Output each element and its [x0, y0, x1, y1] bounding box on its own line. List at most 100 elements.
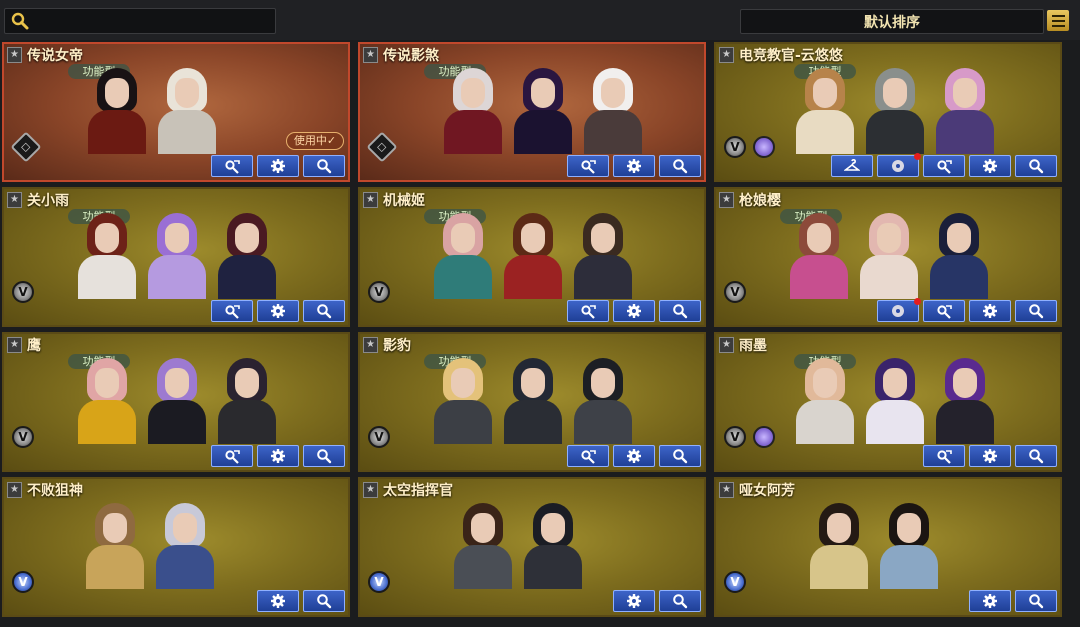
- character-portrait[interactable]: [152, 501, 218, 589]
- character-portrait[interactable]: [82, 501, 148, 589]
- menu-button[interactable]: [1047, 10, 1069, 31]
- skin-tool-button[interactable]: [923, 445, 965, 467]
- character-portrait[interactable]: [806, 501, 872, 589]
- favorite-star-icon[interactable]: ★: [719, 192, 734, 208]
- search-button[interactable]: [303, 300, 345, 322]
- character-card[interactable]: ★ 哑女阿芳 V: [714, 477, 1062, 617]
- character-card[interactable]: ★雨墨功能型V: [714, 332, 1062, 472]
- skin-tool-button[interactable]: [211, 445, 253, 467]
- search-button[interactable]: [303, 155, 345, 177]
- favorite-star-icon[interactable]: ★: [719, 337, 734, 353]
- character-portrait[interactable]: [74, 356, 140, 444]
- search-button[interactable]: [1015, 155, 1057, 177]
- search-button[interactable]: [303, 445, 345, 467]
- search-button[interactable]: [303, 590, 345, 612]
- favorite-star-icon[interactable]: ★: [719, 482, 734, 498]
- character-portrait[interactable]: [500, 211, 566, 299]
- character-card[interactable]: ★ 传说影煞 功能型 ◇: [358, 42, 706, 182]
- character-card[interactable]: ★机械姬功能型V: [358, 187, 706, 327]
- character-portrait[interactable]: [84, 66, 150, 154]
- character-portrait[interactable]: [450, 501, 516, 589]
- legend-rank-icon: ◇: [10, 131, 42, 163]
- disc-button[interactable]: [877, 298, 921, 322]
- skin-tool-button[interactable]: [923, 300, 965, 322]
- character-portrait[interactable]: [570, 356, 636, 444]
- search-input[interactable]: [35, 11, 271, 31]
- character-portrait[interactable]: [144, 356, 210, 444]
- gear-button[interactable]: [257, 155, 299, 177]
- character-portrait[interactable]: [430, 211, 496, 299]
- character-card[interactable]: ★ 太空指挥官 V: [358, 477, 706, 617]
- favorite-star-icon[interactable]: ★: [363, 337, 378, 353]
- favorite-star-icon[interactable]: ★: [7, 337, 22, 353]
- gear-button[interactable]: [969, 445, 1011, 467]
- hanger-button[interactable]: [831, 155, 873, 177]
- character-portrait[interactable]: [430, 356, 496, 444]
- disc-button[interactable]: [877, 153, 921, 177]
- gear-button[interactable]: [613, 300, 655, 322]
- favorite-star-icon[interactable]: ★: [363, 482, 378, 498]
- gear-button[interactable]: [257, 590, 299, 612]
- search-button[interactable]: [1015, 445, 1057, 467]
- search-button[interactable]: [659, 445, 701, 467]
- search-button[interactable]: [1015, 590, 1057, 612]
- character-card[interactable]: ★影豹功能型V: [358, 332, 706, 472]
- favorite-star-icon[interactable]: ★: [363, 47, 378, 63]
- character-card[interactable]: ★电竞教官-云悠悠功能型V: [714, 42, 1062, 182]
- gear-button[interactable]: [257, 445, 299, 467]
- character-portrait[interactable]: [932, 356, 998, 444]
- favorite-star-icon[interactable]: ★: [7, 47, 22, 63]
- skin-tool-button[interactable]: [211, 300, 253, 322]
- skin-tool-button[interactable]: [211, 155, 253, 177]
- search-button[interactable]: [659, 300, 701, 322]
- character-portrait[interactable]: [144, 211, 210, 299]
- character-portrait[interactable]: [214, 211, 280, 299]
- character-card[interactable]: ★ 不败狙神 V: [2, 477, 350, 617]
- favorite-star-icon[interactable]: ★: [7, 482, 22, 498]
- search-button[interactable]: [659, 155, 701, 177]
- gear-button[interactable]: [613, 155, 655, 177]
- in-use-badge: 使用中✓: [286, 132, 344, 150]
- character-card[interactable]: ★鹰功能型V: [2, 332, 350, 472]
- search-bar[interactable]: [4, 8, 276, 34]
- sort-dropdown[interactable]: 默认排序: [740, 9, 1044, 34]
- character-portrait[interactable]: [862, 66, 928, 154]
- character-portrait[interactable]: [786, 211, 852, 299]
- gear-button[interactable]: [257, 300, 299, 322]
- character-card[interactable]: ★关小雨功能型V: [2, 187, 350, 327]
- skin-tool-button[interactable]: [567, 155, 609, 177]
- character-portrait[interactable]: [440, 66, 506, 154]
- favorite-star-icon[interactable]: ★: [363, 192, 378, 208]
- character-portrait[interactable]: [926, 211, 992, 299]
- favorite-star-icon[interactable]: ★: [7, 192, 22, 208]
- character-portrait[interactable]: [570, 211, 636, 299]
- gear-button[interactable]: [969, 590, 1011, 612]
- character-portrait[interactable]: [792, 66, 858, 154]
- gear-button[interactable]: [969, 300, 1011, 322]
- character-portrait[interactable]: [792, 356, 858, 444]
- favorite-star-icon[interactable]: ★: [719, 47, 734, 63]
- search-button[interactable]: [1015, 300, 1057, 322]
- skin-tool-button[interactable]: [923, 155, 965, 177]
- character-portrait[interactable]: [856, 211, 922, 299]
- skin-tool-button[interactable]: [567, 445, 609, 467]
- character-portrait[interactable]: [520, 501, 586, 589]
- scrollbar[interactable]: [1072, 40, 1080, 627]
- skin-portraits: [792, 66, 998, 154]
- character-portrait[interactable]: [214, 356, 280, 444]
- character-portrait[interactable]: [510, 66, 576, 154]
- skin-tool-button[interactable]: [567, 300, 609, 322]
- gear-button[interactable]: [969, 155, 1011, 177]
- gear-button[interactable]: [613, 445, 655, 467]
- character-portrait[interactable]: [74, 211, 140, 299]
- character-portrait[interactable]: [876, 501, 942, 589]
- character-portrait[interactable]: [862, 356, 928, 444]
- search-button[interactable]: [659, 590, 701, 612]
- gear-button[interactable]: [613, 590, 655, 612]
- character-portrait[interactable]: [500, 356, 566, 444]
- character-portrait[interactable]: [932, 66, 998, 154]
- character-portrait[interactable]: [154, 66, 220, 154]
- character-card[interactable]: ★ 传说女帝 功能型 ◇ 使用中✓: [2, 42, 350, 182]
- character-portrait[interactable]: [580, 66, 646, 154]
- character-card[interactable]: ★枪娘樱功能型V: [714, 187, 1062, 327]
